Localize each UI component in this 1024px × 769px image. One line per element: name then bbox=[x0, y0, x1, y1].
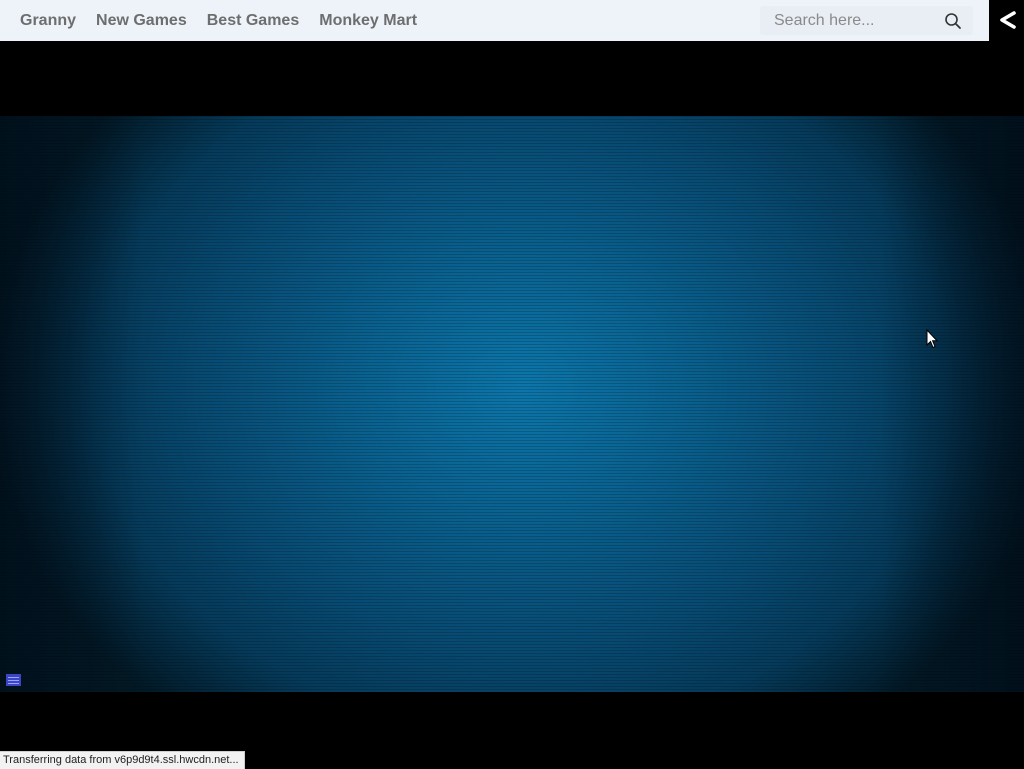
search-box bbox=[760, 6, 973, 35]
share-icon bbox=[1000, 11, 1016, 29]
game-canvas[interactable] bbox=[0, 116, 1024, 692]
share-button[interactable] bbox=[989, 0, 1024, 41]
nav-link-best-games[interactable]: Best Games bbox=[207, 12, 300, 30]
nav-link-granny[interactable]: Granny bbox=[20, 12, 76, 30]
mouse-cursor-icon bbox=[926, 329, 938, 349]
search-icon[interactable] bbox=[943, 11, 963, 31]
nav-link-new-games[interactable]: New Games bbox=[96, 12, 187, 30]
top-navigation-bar: Granny New Games Best Games Monkey Mart bbox=[0, 0, 989, 41]
nav-link-monkey-mart[interactable]: Monkey Mart bbox=[319, 12, 417, 30]
nav-menu: Granny New Games Best Games Monkey Mart bbox=[20, 0, 437, 41]
menu-icon[interactable] bbox=[6, 674, 21, 686]
status-bar: Transferring data from v6p9d9t4.ssl.hwcd… bbox=[0, 751, 245, 769]
search-input[interactable] bbox=[760, 6, 930, 35]
